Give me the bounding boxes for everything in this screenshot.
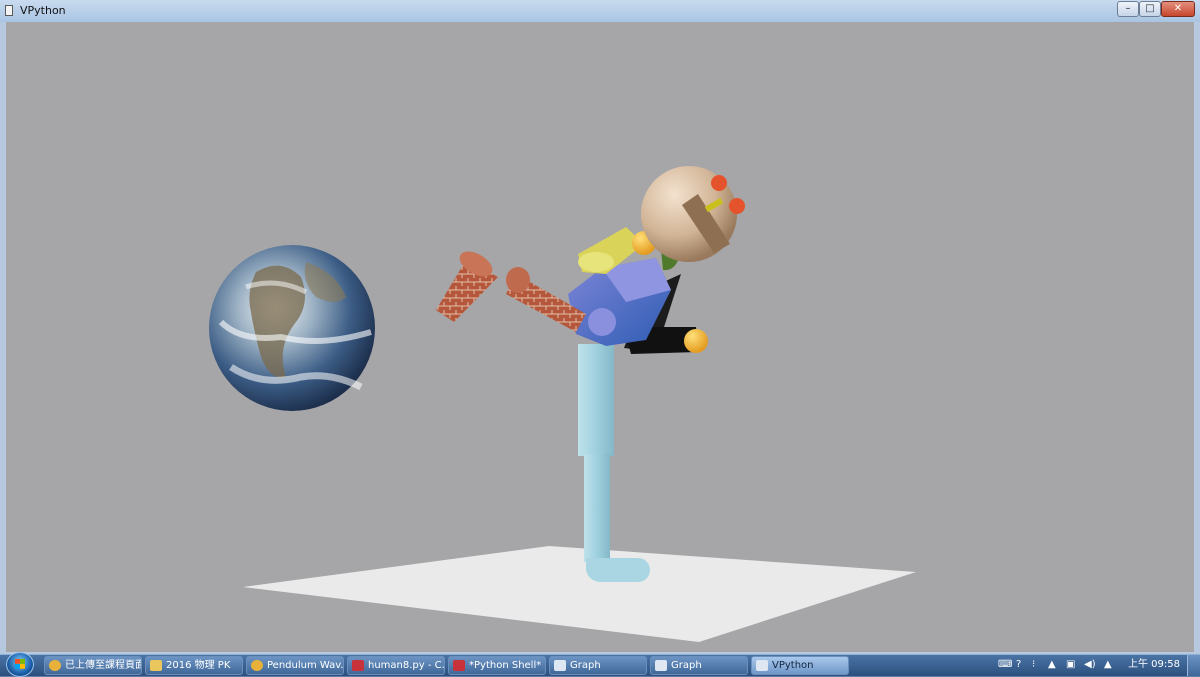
window-icon — [655, 660, 667, 671]
lower-leg — [584, 454, 610, 562]
upper-leg — [578, 344, 614, 456]
volume-icon[interactable]: ◀) — [1084, 658, 1096, 672]
taskbar-item-folder[interactable]: 2016 物理 PK — [145, 656, 243, 675]
hand-ball-right — [684, 329, 708, 353]
eye-right — [729, 198, 745, 214]
window-icon — [554, 660, 566, 671]
taskbar: 已上傳至課程頁面 - Google Chrome 2016 物理 PK Pend… — [0, 652, 1200, 677]
window-frame — [0, 22, 1200, 654]
chrome-icon — [251, 660, 263, 671]
ground-plane — [243, 546, 916, 642]
minimize-button[interactable]: – — [1117, 1, 1139, 17]
foot — [586, 558, 650, 582]
show-hidden-icon[interactable]: ▲ — [1048, 658, 1056, 672]
chevron-icon[interactable]: ⁝ — [1032, 658, 1035, 672]
maximize-button[interactable]: □ — [1139, 1, 1161, 17]
show-desktop-button[interactable] — [1187, 655, 1200, 676]
taskbar-item-graph-2[interactable]: Graph — [650, 656, 748, 675]
folder-icon — [150, 660, 162, 671]
hip-joint — [588, 308, 616, 336]
taskbar-item-human8[interactable]: human8.py - C... — [347, 656, 445, 675]
windows-logo-icon — [15, 659, 25, 669]
idle-icon — [352, 660, 364, 671]
close-button[interactable]: ✕ — [1161, 1, 1195, 17]
keyboard-icon[interactable]: ⌨ — [998, 658, 1012, 672]
title-bar: VPython – □ ✕ — [0, 0, 1200, 23]
scene-render — [209, 166, 916, 642]
taskbar-item-chrome[interactable]: 已上傳至課程頁面 - Google Chrome — [44, 656, 142, 675]
system-tray: ⌨ ? ⁝ ▲ ▣ ◀) ▲ 上午 09:58 — [994, 655, 1200, 676]
vpython-canvas[interactable] — [6, 22, 1194, 652]
taskbar-item-graph-1[interactable]: Graph — [549, 656, 647, 675]
window-icon — [756, 660, 768, 671]
taskbar-item-pendulum[interactable]: Pendulum Wav... — [246, 656, 344, 675]
taskbar-item-vpython[interactable]: VPython — [751, 656, 849, 675]
app-icon — [5, 5, 13, 16]
network-icon[interactable]: ▣ — [1066, 658, 1075, 672]
idle-icon — [453, 660, 465, 671]
help-icon[interactable]: ? — [1016, 658, 1021, 672]
chrome-icon — [49, 660, 61, 671]
flag-icon[interactable]: ▲ — [1104, 658, 1112, 672]
eye-left — [711, 175, 727, 191]
start-button[interactable] — [6, 652, 34, 677]
window-title: VPython — [20, 4, 66, 17]
clock[interactable]: 上午 09:58 — [1128, 658, 1180, 672]
taskbar-item-python-shell[interactable]: *Python Shell* — [448, 656, 546, 675]
